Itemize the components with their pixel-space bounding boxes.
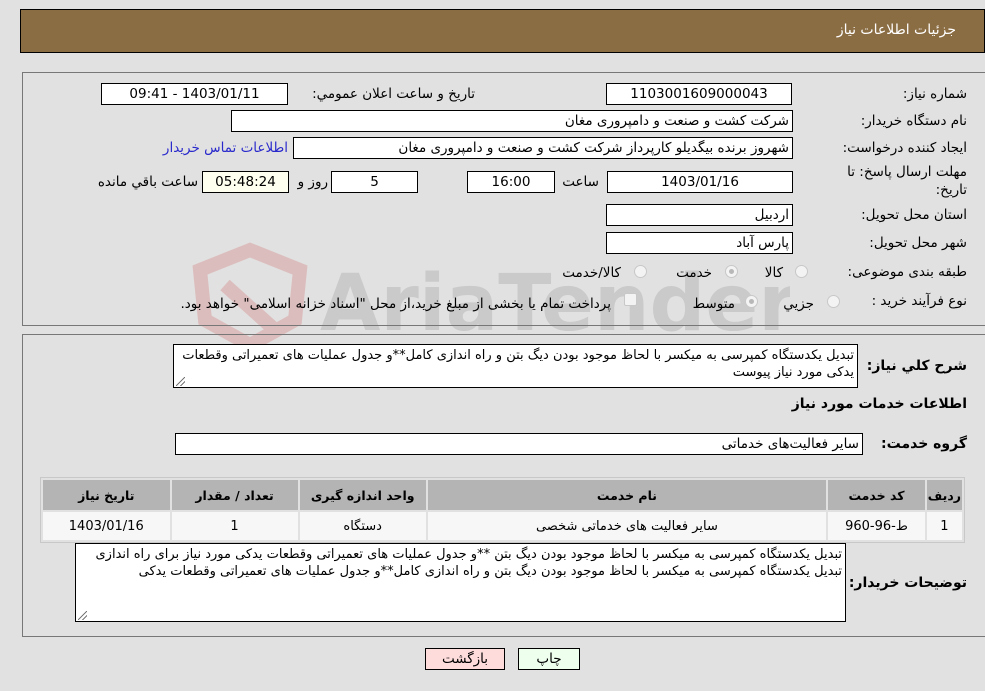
general-desc-label: شرح کلي نیاز: bbox=[866, 358, 967, 374]
days-label: روز و bbox=[297, 174, 328, 190]
province-field: اردبیل bbox=[606, 204, 793, 226]
cell-service-code: ط-96-960 bbox=[828, 512, 925, 540]
requester-label: ایجاد کننده درخواست: bbox=[842, 140, 967, 156]
col-quantity: تعداد / مقدار bbox=[171, 480, 298, 510]
cell-service-name: سایر فعالیت های خدماتی شخصی bbox=[427, 512, 827, 540]
process-radio-minor[interactable] bbox=[827, 295, 840, 308]
resize-grip-icon[interactable] bbox=[176, 377, 185, 386]
table-header-row: ردیف کد خدمت نام خدمت واحد اندازه گیری ت… bbox=[43, 480, 962, 510]
cell-need-date: 1403/01/16 bbox=[43, 512, 170, 540]
purchase-process-label: نوع فرآیند خرید : bbox=[871, 293, 967, 309]
col-service-code: کد خدمت bbox=[828, 480, 925, 510]
deadline-label: مهلت ارسال پاسخ: تا تاریخ: bbox=[847, 164, 967, 198]
category-radio-goods-service[interactable] bbox=[634, 265, 647, 278]
province-label: استان محل تحویل: bbox=[861, 207, 967, 223]
col-unit: واحد اندازه گیری bbox=[299, 480, 426, 510]
city-field: پارس آباد bbox=[606, 232, 793, 254]
print-button[interactable]: چاپ bbox=[518, 648, 580, 670]
remaining-days-field: 5 bbox=[331, 171, 418, 193]
table-row: 1 ط-96-960 سایر فعالیت های خدماتی شخصی د… bbox=[43, 512, 962, 540]
announce-datetime-label: تاریخ و ساعت اعلان عمومي: bbox=[312, 86, 475, 102]
col-need-date: تاریخ نیاز bbox=[43, 480, 170, 510]
requester-field: شهروز برنده بیگدیلو کارپرداز شرکت کشت و … bbox=[293, 137, 793, 159]
resize-grip-icon[interactable] bbox=[78, 611, 87, 620]
deadline-time-field: 16:00 bbox=[467, 171, 555, 193]
remaining-time-field: 05:48:24 bbox=[202, 171, 289, 193]
general-desc-text: تبدیل یکدستگاه کمپرسی به میکسر با لحاظ م… bbox=[182, 348, 854, 380]
cell-quantity: 1 bbox=[171, 512, 298, 540]
service-group-label: گروه خدمت: bbox=[881, 436, 967, 452]
service-group-field: سایر فعالیت‌های خدماتی bbox=[175, 433, 863, 455]
remaining-time-label: ساعت باقي مانده bbox=[97, 174, 198, 190]
need-number-field: 1103001609000043 bbox=[606, 83, 792, 105]
deadline-time-label: ساعت bbox=[562, 174, 599, 190]
category-radio-service[interactable] bbox=[725, 265, 738, 278]
buyer-contact-link[interactable]: اطلاعات تماس خریدار bbox=[163, 140, 288, 156]
services-table: ردیف کد خدمت نام خدمت واحد اندازه گیری ت… bbox=[40, 477, 965, 543]
category-option-service: خدمت bbox=[676, 265, 712, 281]
category-option-goods-service: کالا/خدمت bbox=[562, 265, 621, 281]
city-label: شهر محل تحویل: bbox=[869, 235, 967, 251]
treasury-checkbox[interactable] bbox=[624, 293, 637, 306]
deadline-date-field: 1403/01/16 bbox=[607, 171, 793, 193]
announce-datetime-field: 1403/01/11 - 09:41 bbox=[101, 83, 288, 105]
col-row-number: ردیف bbox=[926, 480, 962, 510]
buyer-notes-label: توضیحات خریدار: bbox=[848, 575, 967, 591]
services-heading: اطلاعات خدمات مورد نیاز bbox=[791, 396, 967, 412]
category-option-goods: کالا bbox=[764, 265, 783, 281]
cell-unit: دستگاه bbox=[299, 512, 426, 540]
buyer-notes-textarea[interactable]: تبدیل یکدستگاه کمپرسی به میکسر با لحاظ م… bbox=[75, 543, 846, 622]
buyer-notes-text: تبدیل یکدستگاه کمپرسی به میکسر با لحاظ م… bbox=[95, 547, 843, 579]
treasury-checkbox-label: پرداخت تمام یا بخشی از مبلغ خرید،از محل … bbox=[180, 296, 611, 312]
page-title: جزئیات اطلاعات نیاز bbox=[836, 22, 956, 38]
page-header: جزئیات اطلاعات نیاز bbox=[20, 9, 985, 53]
col-service-name: نام خدمت bbox=[427, 480, 827, 510]
need-number-label: شماره نیاز: bbox=[902, 86, 967, 102]
process-radio-medium[interactable] bbox=[745, 295, 758, 308]
process-option-minor: جزیي bbox=[783, 296, 814, 312]
category-label: طبقه بندی موضوعی: bbox=[847, 264, 967, 280]
general-desc-textarea[interactable]: تبدیل یکدستگاه کمپرسی به میکسر با لحاظ م… bbox=[173, 344, 858, 388]
process-option-medium: متوسط bbox=[692, 296, 735, 312]
buyer-org-label: نام دستگاه خریدار: bbox=[860, 113, 967, 129]
category-radio-goods[interactable] bbox=[795, 265, 808, 278]
back-button[interactable]: بازگشت bbox=[425, 648, 505, 670]
cell-row-number: 1 bbox=[926, 512, 962, 540]
buyer-org-field: شرکت کشت و صنعت و دامپروری مغان bbox=[231, 110, 793, 132]
